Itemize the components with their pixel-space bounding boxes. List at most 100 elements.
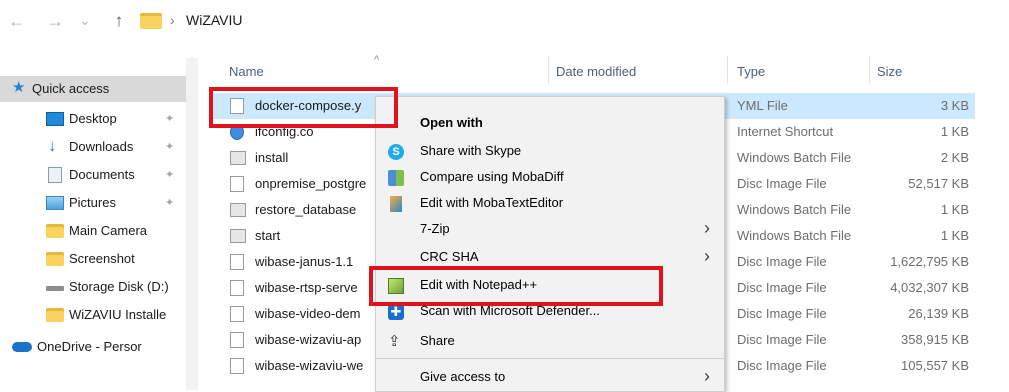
menu-item-label: CRC SHA [420, 249, 479, 264]
sidebar-item-label: Quick access [32, 81, 110, 96]
sidebar-item-storage-disk[interactable]: Storage Disk (D:) [0, 274, 198, 300]
context-menu: Open with S Share with Skype Compare usi… [375, 96, 725, 392]
menu-item-label: Edit with MobaTextEditor [420, 195, 564, 210]
sidebar-item-label: Desktop [69, 111, 117, 126]
menu-item-label: Share [420, 333, 455, 348]
file-size: 26,139 KB [908, 306, 969, 321]
sidebar-item-pictures[interactable]: Pictures ✦ [0, 190, 198, 216]
file-name: restore_database [255, 202, 357, 217]
menu-item-edit-mobatexteditor[interactable]: Edit with MobaTextEditor [376, 190, 724, 218]
folder-icon [140, 13, 162, 29]
file-name: wibase-janus-1.1 [255, 254, 354, 269]
download-icon: ↓ [48, 136, 57, 155]
file-size: 52,517 KB [908, 176, 969, 191]
file-size: 358,915 KB [901, 332, 969, 347]
document-icon [48, 167, 62, 183]
desktop-icon [46, 112, 64, 126]
column-divider[interactable] [727, 56, 728, 84]
file-type: Disc Image File [737, 280, 827, 295]
share-icon: ⇪ [388, 333, 401, 350]
highlight-box-notepad-plus-plus [369, 266, 663, 306]
sidebar-item-label: Storage Disk (D:) [69, 279, 169, 294]
disc-image-icon [230, 254, 244, 270]
file-type: YML File [737, 98, 788, 113]
file-size: 2 KB [940, 150, 969, 165]
sidebar-item-label: OneDrive - Persor [37, 339, 142, 354]
breadcrumb-separator: › [170, 12, 175, 28]
sidebar-item-desktop[interactable]: Desktop ✦ [0, 106, 198, 132]
sidebar-item-wizaviu-installer[interactable]: WiZAVIU Installe [0, 302, 198, 328]
column-header-size[interactable]: Size [877, 60, 902, 84]
disc-image-icon [230, 306, 244, 322]
file-name: start [255, 228, 281, 243]
batch-file-icon [230, 229, 246, 243]
menu-item-label: Compare using MobaDiff [420, 169, 564, 184]
file-size: 3 KB [940, 98, 969, 113]
chevron-right-icon: › [704, 366, 710, 386]
address-bar: ← → ⌄ ↑ › WiZAVIU [0, 0, 1009, 42]
folder-icon [46, 308, 64, 322]
sidebar-item-screenshot[interactable]: Screenshot [0, 246, 198, 272]
column-header-type[interactable]: Type [737, 60, 765, 84]
file-size: 1 KB [940, 202, 969, 217]
chevron-right-icon: › [704, 218, 710, 238]
column-divider[interactable] [869, 56, 870, 84]
folder-icon [46, 224, 64, 238]
file-type: Disc Image File [737, 176, 827, 191]
menu-item-share[interactable]: ⇪ Share [376, 328, 724, 356]
skype-icon: S [388, 144, 404, 160]
recent-locations-button[interactable]: ⌄ [74, 8, 96, 34]
menu-item-compare-mobadiff[interactable]: Compare using MobaDiff [376, 164, 724, 192]
pin-icon: ✦ [165, 141, 175, 153]
sidebar-item-label: Main Camera [69, 223, 148, 238]
sidebar-item-label: Documents [69, 167, 135, 182]
file-size: 1,622,795 KB [890, 254, 969, 269]
menu-item-give-access-to[interactable]: Give access to › [376, 364, 724, 392]
sidebar-item-quick-access[interactable]: ★ Quick access [0, 76, 186, 102]
file-name: wibase-video-dem [255, 306, 361, 321]
file-name: install [255, 150, 289, 165]
file-type: Disc Image File [737, 332, 827, 347]
file-size: 105,557 KB [901, 358, 969, 373]
menu-item-open-with[interactable]: Open with [376, 110, 724, 138]
batch-file-icon [230, 203, 246, 217]
up-button[interactable]: ↑ [108, 8, 130, 34]
sidebar-item-documents[interactable]: Documents ✦ [0, 162, 198, 188]
menu-item-share-with-skype[interactable]: S Share with Skype [376, 138, 724, 166]
sidebar-item-label: Downloads [69, 139, 134, 154]
sort-indicator: ^ [374, 54, 380, 66]
file-type: Disc Image File [737, 306, 827, 321]
file-type: Internet Shortcut [737, 124, 834, 139]
sidebar-item-onedrive[interactable]: OneDrive - Persor [0, 334, 198, 360]
column-header-name[interactable]: Name [229, 60, 264, 84]
batch-file-icon [230, 151, 246, 165]
file-size: 1 KB [940, 228, 969, 243]
forward-button[interactable]: → [44, 8, 66, 34]
menu-item-label: 7-Zip [420, 221, 450, 236]
sidebar-item-label: Pictures [69, 195, 116, 210]
drive-icon [46, 286, 64, 291]
sidebar-item-main-camera[interactable]: Main Camera [0, 218, 198, 244]
mobadiff-icon [388, 170, 404, 186]
file-name: wibase-wizaviu-we [255, 358, 364, 373]
pin-icon: ✦ [165, 197, 175, 209]
menu-item-label: Share with Skype [420, 143, 522, 158]
file-type: Windows Batch File [737, 228, 852, 243]
column-header-date-modified[interactable]: Date modified [556, 60, 636, 84]
file-type: Windows Batch File [737, 150, 852, 165]
file-type: Windows Batch File [737, 202, 852, 217]
pin-icon: ✦ [165, 169, 175, 181]
pictures-icon [46, 196, 64, 210]
file-type: Disc Image File [737, 254, 827, 269]
file-size: 1 KB [940, 124, 969, 139]
sidebar-item-downloads[interactable]: ↓ Downloads ✦ [0, 134, 198, 160]
menu-item-7zip[interactable]: 7-Zip › [376, 216, 724, 244]
column-divider[interactable] [548, 56, 549, 84]
file-type: Disc Image File [737, 358, 827, 373]
file-name: onpremise_postgre [255, 176, 367, 191]
menu-item-label: Give access to [420, 369, 506, 384]
mobatexteditor-icon [390, 196, 402, 212]
back-button[interactable]: ← [6, 8, 28, 34]
navigation-pane: ★ Quick access Desktop ✦ ↓ Downloads ✦ D… [0, 50, 200, 390]
breadcrumb-wizaviu[interactable]: WiZAVIU [186, 12, 243, 28]
